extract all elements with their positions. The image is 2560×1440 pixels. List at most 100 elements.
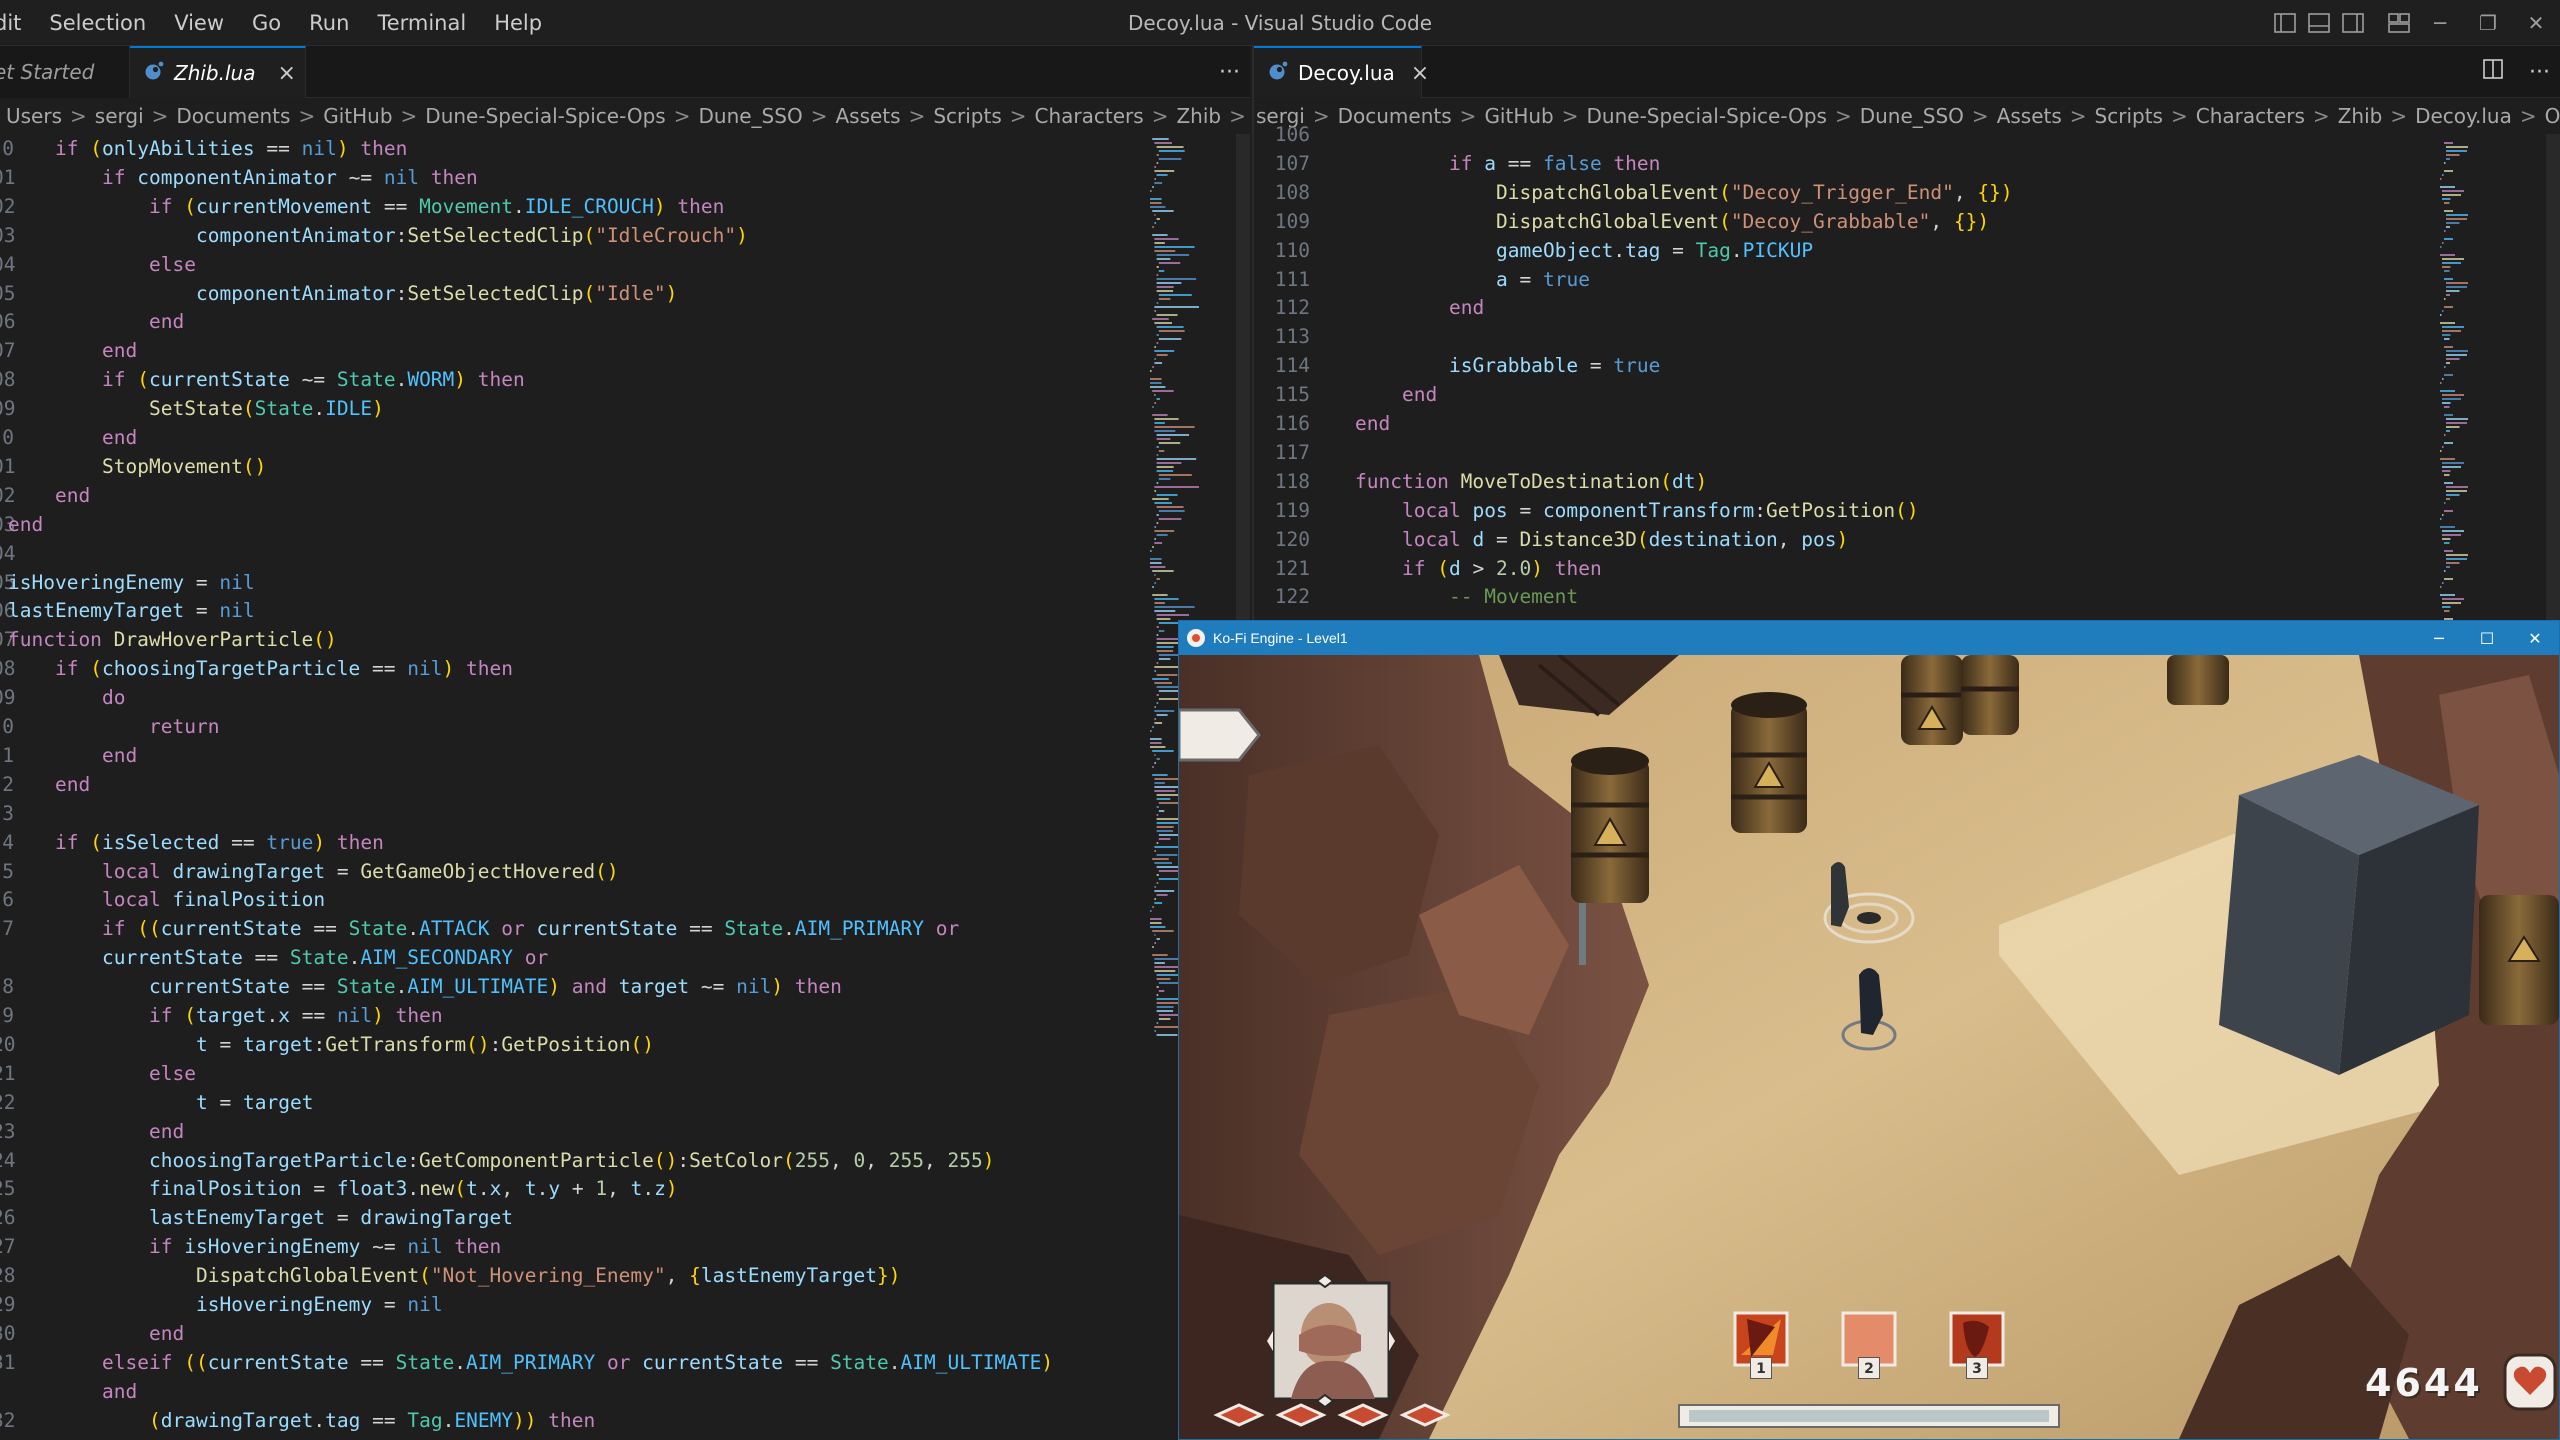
code-line[interactable]: 9 if (target.x == nil) then: [0, 1001, 1250, 1030]
toggle-panel-icon[interactable]: [2302, 0, 2336, 46]
breadcrumb-item[interactable]: Zhib: [1176, 104, 1221, 128]
code-line[interactable]: 8 currentState == State.AIM_ULTIMATE) an…: [0, 972, 1250, 1001]
tab-decoy-lua[interactable]: Decoy.lua ×: [1254, 46, 1429, 98]
menu-edit[interactable]: dit: [0, 0, 35, 46]
code-line[interactable]: 113: [1254, 322, 2560, 351]
code-line[interactable]: 25 finalPosition = float3.new(t.x, t.y +…: [0, 1174, 1250, 1203]
code-line[interactable]: 02 end: [0, 481, 1250, 510]
code-line[interactable]: 06 end: [0, 307, 1250, 336]
code-line[interactable]: 1 end: [0, 741, 1250, 770]
code-line[interactable]: 111 a = true: [1254, 265, 2560, 294]
toggle-primary-sidebar-icon[interactable]: [2268, 0, 2302, 46]
code-line[interactable]: 0 end: [0, 423, 1250, 452]
code-line[interactable]: 6 local finalPosition: [0, 885, 1250, 914]
toggle-secondary-sidebar-icon[interactable]: [2336, 0, 2370, 46]
game-maximize-icon[interactable]: ☐: [2463, 621, 2511, 655]
more-actions-icon[interactable]: ···: [2529, 60, 2550, 85]
code-line[interactable]: 28 DispatchGlobalEvent("Not_Hovering_Ene…: [0, 1261, 1250, 1290]
code-line[interactable]: 03 componentAnimator:SetSelectedClip("Id…: [0, 221, 1250, 250]
code-line[interactable]: 107 if a == false then: [1254, 149, 2560, 178]
breadcrumb-item[interactable]: GitHub: [323, 104, 392, 128]
code-line[interactable]: 109 DispatchGlobalEvent("Decoy_Grabbable…: [1254, 207, 2560, 236]
code-line[interactable]: 03end: [0, 510, 1250, 539]
code-line[interactable]: 08 if (currentState ~= State.WORM) then: [0, 365, 1250, 394]
code-line[interactable]: 32 (drawingTarget.tag == Tag.ENEMY)) the…: [0, 1406, 1250, 1435]
menu-terminal[interactable]: Terminal: [363, 0, 480, 46]
game-window[interactable]: Ko-Fi Engine - Level1 ─ ☐ ✕ 1 2 3 4644: [1178, 620, 2560, 1440]
tab-get-started[interactable]: et Started: [0, 46, 130, 98]
heart-badge-icon[interactable]: [2503, 1353, 2557, 1411]
code-line[interactable]: 07 end: [0, 336, 1250, 365]
breadcrumb-item[interactable]: Documents: [176, 104, 290, 128]
code-line[interactable]: 0 return: [0, 712, 1250, 741]
code-line[interactable]: 27 if isHoveringEnemy ~= nil then: [0, 1232, 1250, 1261]
code-line[interactable]: 29 isHoveringEnemy = nil: [0, 1290, 1250, 1319]
code-line[interactable]: 05 componentAnimator:SetSelectedClip("Id…: [0, 279, 1250, 308]
menu-selection[interactable]: Selection: [35, 0, 160, 46]
code-line[interactable]: 122 -- Movement: [1254, 582, 2560, 611]
code-line[interactable]: 20 t = target:GetTransform():GetPosition…: [0, 1030, 1250, 1059]
menu-help[interactable]: Help: [480, 0, 556, 46]
code-line[interactable]: 24 choosingTargetParticle:GetComponentPa…: [0, 1146, 1250, 1175]
more-actions-icon[interactable]: ···: [1219, 60, 1240, 85]
close-tab-icon[interactable]: ×: [277, 61, 295, 86]
code-line[interactable]: 05isHoveringEnemy = nil: [0, 568, 1250, 597]
code-line[interactable]: 01 if componentAnimator ~= nil then: [0, 163, 1250, 192]
code-line[interactable]: 119 local pos = componentTransform:GetPo…: [1254, 496, 2560, 525]
code-line[interactable]: 21 else: [0, 1059, 1250, 1088]
close-tab-icon[interactable]: ×: [1411, 61, 1429, 86]
code-line[interactable]: 02 if (currentMovement == Movement.IDLE_…: [0, 192, 1250, 221]
code-line[interactable]: 106: [1254, 120, 2560, 149]
split-editor-icon[interactable]: [2483, 59, 2503, 85]
tab-zhib-lua[interactable]: Zhib.lua ×: [130, 46, 306, 98]
restore-icon[interactable]: ❐: [2464, 0, 2512, 46]
code-line[interactable]: 5 local drawingTarget = GetGameObjectHov…: [0, 857, 1250, 886]
code-line[interactable]: and: [0, 1377, 1250, 1406]
code-line[interactable]: 114 isGrabbable = true: [1254, 351, 2560, 380]
code-line[interactable]: 117: [1254, 438, 2560, 467]
customize-layout-icon[interactable]: [2382, 0, 2416, 46]
code-line[interactable]: 04 else: [0, 250, 1250, 279]
breadcrumb-item[interactable]: Dune-Special-Spice-Ops: [425, 104, 665, 128]
code-line[interactable]: 2 end: [0, 770, 1250, 799]
minimize-icon[interactable]: ─: [2416, 0, 2464, 46]
code-line[interactable]: 04: [0, 539, 1250, 568]
code-line[interactable]: 116 end: [1254, 409, 2560, 438]
code-line[interactable]: 30 end: [0, 1319, 1250, 1348]
close-icon[interactable]: ✕: [2512, 0, 2560, 46]
breadcrumb-item[interactable]: Assets: [835, 104, 900, 128]
menu-run[interactable]: Run: [295, 0, 363, 46]
code-line[interactable]: 7 if ((currentState == State.ATTACK or c…: [0, 914, 1250, 943]
code-line[interactable]: 121 if (d > 2.0) then: [1254, 554, 2560, 583]
code-line[interactable]: 22 t = target: [0, 1088, 1250, 1117]
code-line[interactable]: 118 function MoveToDestination(dt): [1254, 467, 2560, 496]
menu-go[interactable]: Go: [238, 0, 295, 46]
code-line[interactable]: 09 do: [0, 683, 1250, 712]
breadcrumb-item[interactable]: Users: [6, 104, 62, 128]
breadcrumb-item[interactable]: sergi: [95, 104, 144, 128]
breadcrumb-item[interactable]: Characters: [1035, 104, 1144, 128]
code-line[interactable]: 06lastEnemyTarget = nil: [0, 596, 1250, 625]
code-line[interactable]: 110 gameObject.tag = Tag.PICKUP: [1254, 236, 2560, 265]
code-line[interactable]: 120 local d = Distance3D(destination, po…: [1254, 525, 2560, 554]
code-line[interactable]: 3: [0, 799, 1250, 828]
code-line[interactable]: 09 SetState(State.IDLE): [0, 394, 1250, 423]
code-editor[interactable]: 0 if (onlyAbilities == nil) then01 if co…: [0, 134, 1250, 1440]
code-line[interactable]: currentState == State.AIM_SECONDARY or: [0, 943, 1250, 972]
code-line[interactable]: 01 StopMovement(): [0, 452, 1250, 481]
breadcrumb-item[interactable]: Scripts: [933, 104, 1001, 128]
character-portrait[interactable]: [1267, 1273, 1395, 1409]
code-line[interactable]: 07function DrawHoverParticle(): [0, 625, 1250, 654]
breadcrumb-item[interactable]: Dune_SSO: [699, 104, 803, 128]
code-line[interactable]: 08 if (choosingTargetParticle == nil) th…: [0, 654, 1250, 683]
code-line[interactable]: 112 end: [1254, 293, 2560, 322]
game-minimize-icon[interactable]: ─: [2415, 621, 2463, 655]
code-line[interactable]: 108 DispatchGlobalEvent("Decoy_Trigger_E…: [1254, 178, 2560, 207]
code-line[interactable]: 0 if (onlyAbilities == nil) then: [0, 134, 1250, 163]
game-viewport[interactable]: 1 2 3 4644: [1179, 655, 2559, 1439]
code-line[interactable]: 31 elseif ((currentState == State.AIM_PR…: [0, 1348, 1250, 1377]
game-close-icon[interactable]: ✕: [2511, 621, 2559, 655]
code-line[interactable]: 4 if (isSelected == true) then: [0, 828, 1250, 857]
code-line[interactable]: 23 end: [0, 1117, 1250, 1146]
menu-view[interactable]: View: [160, 0, 238, 46]
